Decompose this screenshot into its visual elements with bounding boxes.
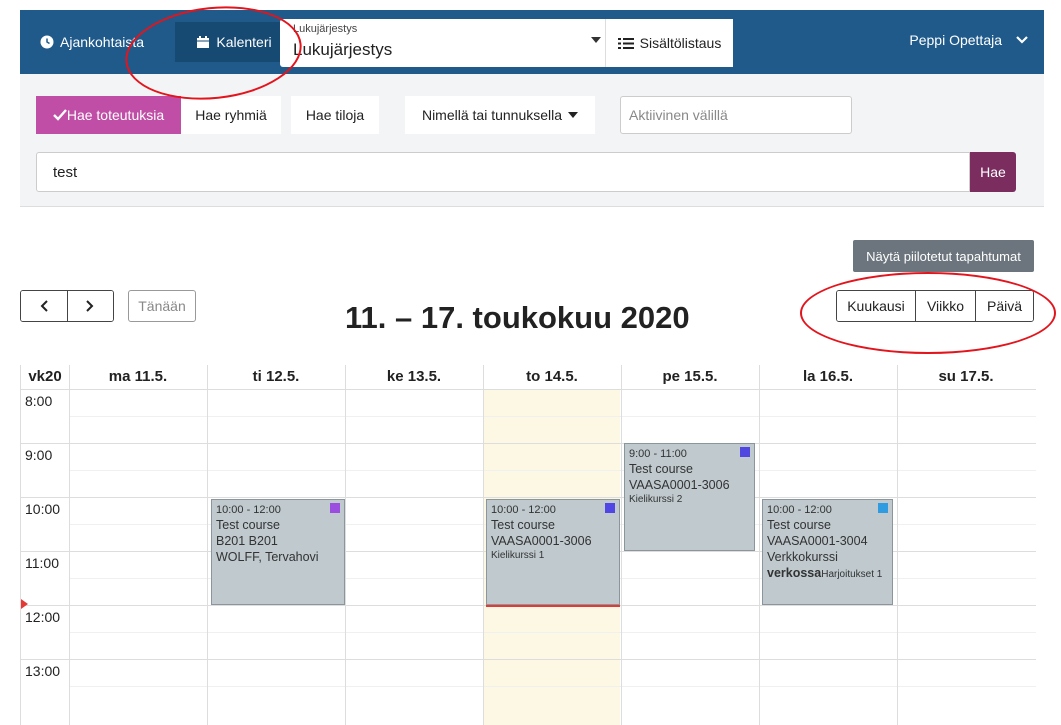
grid-line <box>345 365 346 725</box>
week-grid: vk20 ma 11.5. ti 12.5. ke 13.5. to 14.5.… <box>20 365 1036 725</box>
event-code: VAASA0001-3006 <box>629 478 730 492</box>
time-label: 8:00 <box>25 393 53 409</box>
time-label: 9:00 <box>25 447 53 463</box>
time-label: 13:00 <box>25 663 61 679</box>
next-button[interactable] <box>66 291 113 321</box>
event-location: WOLFF, Tervahovi <box>216 550 319 564</box>
day-header: su 17.5. <box>938 368 994 385</box>
check-icon <box>52 109 67 121</box>
calendar-event[interactable]: 10:00 - 12:00 Test course B201 B201 WOLF… <box>211 499 345 605</box>
active-between-input[interactable]: Aktiivinen välillä <box>620 96 852 134</box>
prev-next-group <box>20 290 114 322</box>
chevron-down-icon <box>591 37 601 43</box>
grid-line <box>207 365 208 725</box>
event-group: Kielikurssi 2 <box>629 494 683 505</box>
grid-line <box>69 416 1036 417</box>
event-location: verkossa <box>767 566 822 580</box>
grid-line <box>69 470 1036 471</box>
grid-line <box>621 365 622 725</box>
day-header: ti 12.5. <box>252 368 300 385</box>
event-code: VAASA0001-3004 <box>767 534 868 548</box>
event-time: 10:00 - 12:00 <box>491 504 556 516</box>
grid-line <box>21 497 1036 498</box>
tab-search-realizations-label: Hae toteutuksia <box>66 107 165 123</box>
current-time-marker <box>21 599 28 609</box>
event-color-square <box>605 503 615 513</box>
grid-line <box>21 443 1036 444</box>
list-icon <box>617 37 634 49</box>
event-color-square <box>330 503 340 513</box>
day-header: la 16.5. <box>802 368 854 385</box>
event-group: Kielikurssi 1 <box>491 550 545 561</box>
event-code: VAASA0001-3006 <box>491 534 592 548</box>
calendar-event[interactable]: 10:00 - 12:00 Test course VAASA0001-3004… <box>762 499 893 605</box>
event-color-square <box>740 447 750 457</box>
tab-search-rooms[interactable]: Hae tiloja <box>291 96 379 134</box>
search-mode-label: Nimellä tai tunnuksella <box>421 107 563 123</box>
schedule-select-label: Lukujärjestys <box>293 23 358 35</box>
user-menu[interactable]: Peppi Opettaja <box>909 32 1028 48</box>
tab-search-realizations[interactable]: Hae toteutuksia <box>36 96 181 134</box>
search-mode-dropdown[interactable]: Nimellä tai tunnuksella <box>405 96 595 134</box>
day-header: ke 13.5. <box>386 368 442 385</box>
event-color-square <box>878 503 888 513</box>
event-title: Test course <box>216 518 280 532</box>
calendar-event[interactable]: 10:00 - 12:00 Test course VAASA0001-3006… <box>486 499 620 605</box>
nav-toc-button[interactable]: Sisältölistaus <box>605 19 733 67</box>
calendar-event[interactable]: 9:00 - 11:00 Test course VAASA0001-3006 … <box>624 443 755 551</box>
time-label: 12:00 <box>25 609 61 625</box>
grid-line <box>69 686 1036 687</box>
chevron-left-icon <box>40 300 48 312</box>
grid-line <box>69 365 70 725</box>
show-hidden-events-button[interactable]: Näytä piilotetut tapahtumat <box>853 240 1034 272</box>
calendar-range-title: 11. – 17. toukokuu 2020 <box>345 300 690 335</box>
clock-icon <box>40 35 54 49</box>
event-room: B201 B201 <box>216 534 278 548</box>
grid-line <box>483 365 484 725</box>
event-type: Verkkokurssi <box>767 550 838 564</box>
grid-line <box>21 389 1036 390</box>
time-label: 10:00 <box>25 501 61 517</box>
schedule-select[interactable]: Lukujärjestys Lukujärjestys <box>280 19 613 67</box>
grid-line <box>897 365 898 725</box>
user-name: Peppi Opettaja <box>909 32 1002 48</box>
caret-down-icon <box>568 112 579 118</box>
time-label: 11:00 <box>25 555 59 571</box>
day-header: to 14.5. <box>526 368 578 385</box>
grid-line <box>21 659 1036 660</box>
schedule-select-value: Lukujärjestys <box>293 40 393 59</box>
annotation-circle-views <box>800 272 1056 354</box>
search-input[interactable]: test <box>36 152 970 192</box>
grid-line <box>759 365 760 725</box>
event-title: Test course <box>491 518 555 532</box>
event-title: Test course <box>767 518 831 532</box>
chevron-down-icon <box>1016 36 1028 44</box>
tab-search-groups[interactable]: Hae ryhmiä <box>181 96 281 134</box>
nav-toc-label: Sisältölistaus <box>639 35 722 51</box>
event-group: Harjoitukset 1 <box>821 569 883 580</box>
grid-line <box>69 632 1036 633</box>
event-time: 9:00 - 11:00 <box>629 448 687 460</box>
event-time: 10:00 - 12:00 <box>767 504 832 516</box>
current-time-line <box>486 605 620 607</box>
event-time: 10:00 - 12:00 <box>216 504 281 516</box>
search-button[interactable]: Hae <box>970 152 1016 192</box>
today-button[interactable]: Tänään <box>128 290 196 322</box>
week-number: vk20 <box>28 368 62 385</box>
day-header: ma 11.5. <box>108 368 168 385</box>
prev-button[interactable] <box>21 291 67 321</box>
day-header: pe 15.5. <box>662 368 718 385</box>
event-title: Test course <box>629 462 693 476</box>
chevron-right-icon <box>86 300 94 312</box>
